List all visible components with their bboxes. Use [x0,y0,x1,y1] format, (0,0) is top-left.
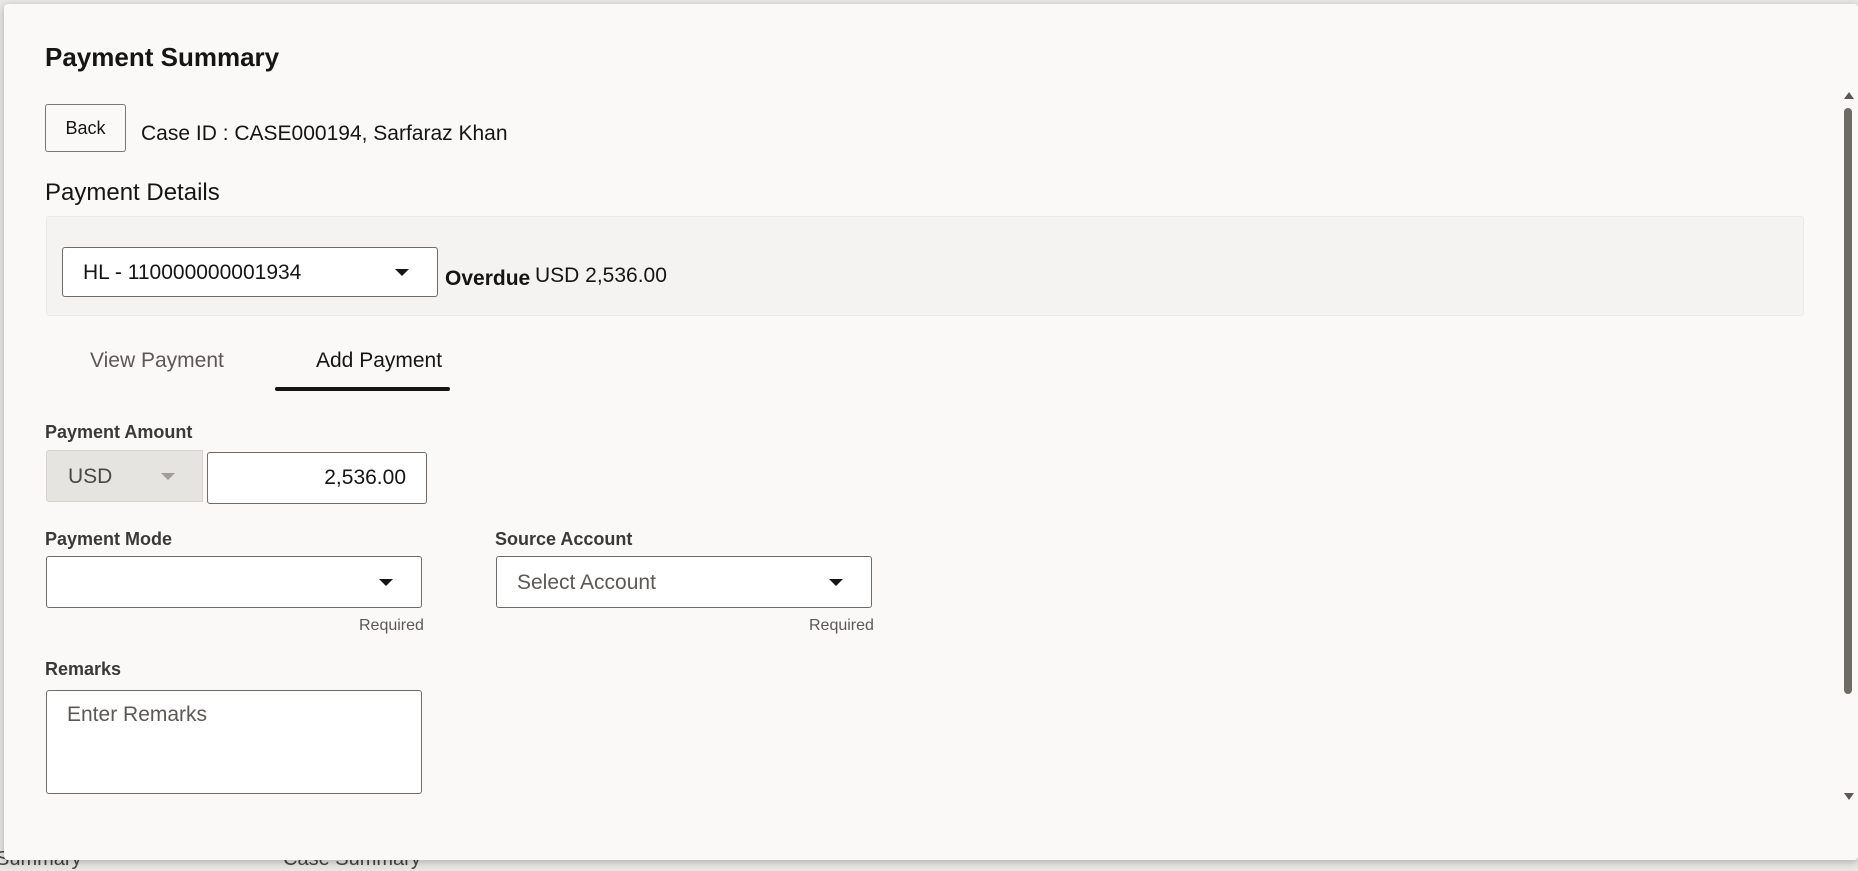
tab-view-payment[interactable]: View Payment [90,349,224,373]
selected-tab-indicator [275,387,450,391]
scroll-thumb[interactable] [1844,108,1852,694]
currency-select: USD [46,450,203,502]
overdue-amount: USD 2,536.00 [535,264,667,287]
scroll-down-icon[interactable] [1844,793,1854,800]
scroll-up-icon[interactable] [1844,92,1854,99]
source-account-placeholder: Select Account [517,571,656,594]
payment-mode-label: Payment Mode [45,529,173,549]
payment-amount-input[interactable] [207,452,427,504]
vertical-scrollbar[interactable] [1840,92,1858,800]
tab-add-payment[interactable]: Add Payment [316,349,442,373]
loan-account-select[interactable]: HL - 110000000001934 [62,247,438,297]
payment-details-title: Payment Details [45,179,220,206]
payment-mode-required-hint: Required [359,617,424,634]
case-info: Case ID : CASE000194, Sarfaraz Khan [141,122,508,145]
payment-amount-label: Payment Amount [45,422,193,442]
currency-value: USD [68,465,113,488]
overdue-label: Overdue [445,267,531,290]
remarks-label: Remarks [45,659,122,679]
source-account-required-hint: Required [809,617,874,634]
chevron-down-icon [395,269,409,276]
source-account-select[interactable]: Select Account [496,556,872,608]
back-button[interactable]: Back [45,104,126,152]
payment-details-panel: HL - 110000000001934 Overdue USD 2,536.0… [46,216,1804,316]
remarks-input[interactable] [46,690,422,794]
payment-mode-select[interactable] [46,556,422,608]
loan-account-value: HL - 110000000001934 [83,261,302,284]
payment-summary-dialog: Payment Summary Back Case ID : CASE00019… [4,4,1858,860]
chevron-down-icon [829,579,843,586]
chevron-down-icon [379,579,393,586]
dialog-title: Payment Summary [45,42,280,72]
source-account-label: Source Account [495,529,633,549]
chevron-down-icon [161,473,175,480]
